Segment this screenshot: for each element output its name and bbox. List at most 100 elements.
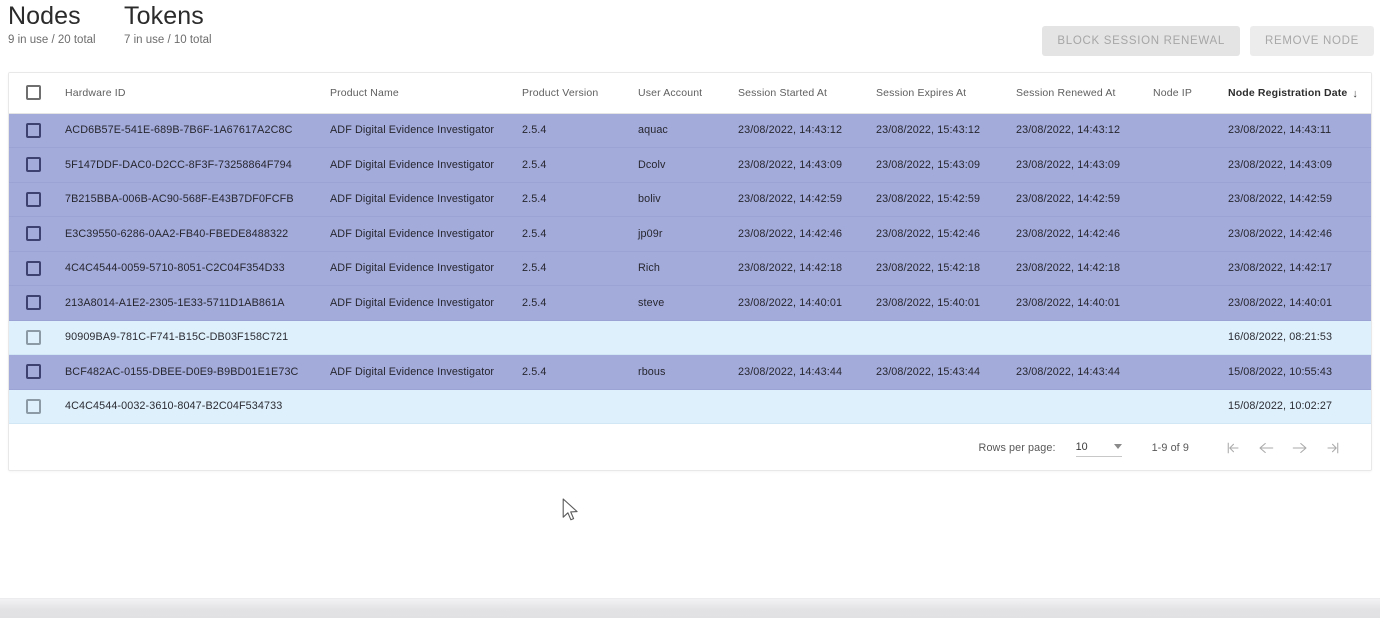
- row-checkbox[interactable]: [25, 226, 41, 242]
- cell-text: 2.5.4: [522, 158, 547, 171]
- cell-hardware-id: 5F147DDF-DAC0-D2CC-8F3F-73258864F794: [57, 147, 322, 183]
- cell-session-started: [730, 320, 868, 355]
- cell-session-renewed: 23/08/2022, 14:43:44: [1008, 354, 1145, 390]
- row-checkbox[interactable]: [25, 329, 41, 345]
- row-checkbox[interactable]: [25, 295, 41, 311]
- header-row: Hardware ID Product Name Product Version…: [9, 73, 1371, 114]
- cell-text: 4C4C4544-0032-3610-8047-B2C04F534733: [65, 400, 283, 413]
- cell-node-ip: [1145, 389, 1220, 424]
- row-select-cell: [9, 354, 57, 390]
- cell-text: 4C4C4544-0059-5710-8051-C2C04F354D33: [65, 262, 285, 275]
- column-label-session-started-at: Session Started At: [738, 86, 828, 99]
- rows-per-page-select[interactable]: 10: [1075, 439, 1122, 457]
- row-select-cell: [9, 251, 57, 286]
- column-header-product-version[interactable]: Product Version: [514, 73, 630, 114]
- cell-text: BCF482AC-0155-DBEE-D0E9-B9BD01E1E73C: [65, 365, 299, 378]
- next-page-button[interactable]: [1285, 433, 1315, 463]
- cell-session-renewed: [1008, 389, 1145, 424]
- cell-text: 15/08/2022, 10:02:27: [1228, 400, 1333, 413]
- cell-text: ACD6B57E-541E-689B-7B6F-1A67617A2C8C: [65, 124, 293, 137]
- column-label-node-registration-date: Node Registration Date: [1228, 86, 1348, 99]
- cell-session-expires: 23/08/2022, 15:42:46: [868, 216, 1008, 252]
- table-header: Hardware ID Product Name Product Version…: [9, 73, 1371, 114]
- cell-product-version: [514, 389, 630, 424]
- cell-text: ADF Digital Evidence Investigator: [330, 365, 495, 378]
- nodes-page: Nodes 9 in use / 20 total Tokens 7 in us…: [0, 0, 1380, 618]
- cell-text: 23/08/2022, 14:42:59: [738, 193, 843, 206]
- previous-page-button[interactable]: [1251, 433, 1281, 463]
- cell-hardware-id: 4C4C4544-0059-5710-8051-C2C04F354D33: [57, 251, 322, 286]
- cell-text: ADF Digital Evidence Investigator: [330, 262, 495, 275]
- row-checkbox[interactable]: [25, 157, 41, 173]
- cell-text: 5F147DDF-DAC0-D2CC-8F3F-73258864F794: [65, 158, 292, 171]
- table-row[interactable]: 213A8014-A1E2-2305-1E33-5711D1AB861A ADF …: [9, 285, 1371, 321]
- column-header-hardware-id[interactable]: Hardware ID: [57, 73, 322, 114]
- table-row[interactable]: BCF482AC-0155-DBEE-D0E9-B9BD01E1E73C ADF …: [9, 354, 1371, 390]
- cell-product-version: 2.5.4: [514, 285, 630, 321]
- mouse-cursor: [562, 498, 578, 521]
- row-checkbox[interactable]: [25, 398, 41, 414]
- row-checkbox[interactable]: [25, 122, 41, 138]
- arrow-right-icon: [1292, 442, 1307, 453]
- select-all-checkbox[interactable]: [25, 85, 41, 101]
- cell-text: 2.5.4: [522, 262, 547, 275]
- tokens-usage-text: 7 in use / 10 total: [124, 34, 212, 46]
- cell-product-version: 2.5.4: [514, 147, 630, 183]
- remove-node-button[interactable]: REMOVE NODE: [1250, 26, 1374, 56]
- cell-product-name: [322, 320, 514, 355]
- row-checkbox[interactable]: [25, 260, 41, 276]
- column-header-session-expires-at[interactable]: Session Expires At: [868, 73, 1008, 114]
- cell-text: 23/08/2022, 14:43:09: [1228, 158, 1333, 171]
- cell-text: jp09r: [638, 227, 663, 240]
- cell-node-registration: 15/08/2022, 10:55:43: [1220, 354, 1371, 390]
- table-row[interactable]: E3C39550-6286-0AA2-FB40-FBEDE8488322 ADF …: [9, 216, 1371, 252]
- cell-text: 213A8014-A1E2-2305-1E33-5711D1AB861A: [65, 296, 285, 309]
- table-row[interactable]: 7B215BBA-006B-AC90-568F-E43B7DF0FCFB ADF …: [9, 182, 1371, 217]
- column-header-session-started-at[interactable]: Session Started At: [730, 73, 868, 114]
- row-select-cell: [9, 389, 57, 424]
- cell-session-started: [730, 389, 868, 424]
- arrow-left-icon: [1259, 442, 1274, 453]
- block-session-renewal-button[interactable]: BLOCK SESSION RENEWAL: [1042, 26, 1241, 56]
- cell-node-registration: 16/08/2022, 08:21:53: [1220, 320, 1371, 355]
- row-checkbox[interactable]: [25, 191, 41, 207]
- row-checkbox[interactable]: [25, 364, 41, 380]
- first-page-button[interactable]: [1217, 433, 1247, 463]
- cell-node-ip: [1145, 216, 1220, 252]
- table-row[interactable]: 5F147DDF-DAC0-D2CC-8F3F-73258864F794 ADF …: [9, 147, 1371, 183]
- cell-session-started: 23/08/2022, 14:43:12: [730, 113, 868, 148]
- cell-hardware-id: ACD6B57E-541E-689B-7B6F-1A67617A2C8C: [57, 113, 322, 148]
- table-row[interactable]: 90909BA9-781C-F741-B15C-DB03F158C721 16/0…: [9, 320, 1371, 355]
- cell-text: 23/08/2022, 14:42:46: [1016, 227, 1121, 240]
- cell-text: 23/08/2022, 14:43:44: [738, 365, 843, 378]
- cell-node-ip: [1145, 354, 1220, 390]
- cell-session-expires: 23/08/2022, 15:40:01: [868, 285, 1008, 321]
- cell-node-registration: 23/08/2022, 14:42:59: [1220, 182, 1371, 217]
- cell-text: 23/08/2022, 14:40:01: [1016, 296, 1121, 309]
- cell-text: 7B215BBA-006B-AC90-568F-E43B7DF0FCFB: [65, 193, 294, 206]
- cell-text: 23/08/2022, 14:43:12: [738, 124, 843, 137]
- cell-user-account: Dcolv: [630, 147, 730, 183]
- cell-product-name: ADF Digital Evidence Investigator: [322, 216, 514, 252]
- page-title: Nodes: [8, 2, 81, 30]
- table-row[interactable]: 4C4C4544-0032-3610-8047-B2C04F534733 15/0…: [9, 389, 1371, 424]
- cell-text: boliv: [638, 193, 661, 206]
- cell-node-ip: [1145, 147, 1220, 183]
- column-header-product-name[interactable]: Product Name: [322, 73, 514, 114]
- column-header-node-registration-date[interactable]: Node Registration Date ↓: [1220, 73, 1371, 114]
- table-row[interactable]: 4C4C4544-0059-5710-8051-C2C04F354D33 ADF …: [9, 251, 1371, 286]
- cell-text: 2.5.4: [522, 296, 547, 309]
- column-header-session-renewed-at[interactable]: Session Renewed At: [1008, 73, 1145, 114]
- column-header-node-ip[interactable]: Node IP: [1145, 73, 1220, 114]
- column-header-user-account[interactable]: User Account: [630, 73, 730, 114]
- cell-hardware-id: 90909BA9-781C-F741-B15C-DB03F158C721: [57, 320, 322, 355]
- table-row[interactable]: ACD6B57E-541E-689B-7B6F-1A67617A2C8C ADF …: [9, 113, 1371, 148]
- page-header: Nodes 9 in use / 20 total Tokens 7 in us…: [0, 0, 1380, 62]
- cell-session-started: 23/08/2022, 14:42:18: [730, 251, 868, 286]
- last-page-button[interactable]: [1319, 433, 1349, 463]
- cell-text: 23/08/2022, 14:42:59: [1016, 193, 1121, 206]
- cell-text: 2.5.4: [522, 124, 547, 137]
- cell-product-version: 2.5.4: [514, 182, 630, 217]
- cell-text: aquac: [638, 124, 668, 137]
- cell-session-started: 23/08/2022, 14:40:01: [730, 285, 868, 321]
